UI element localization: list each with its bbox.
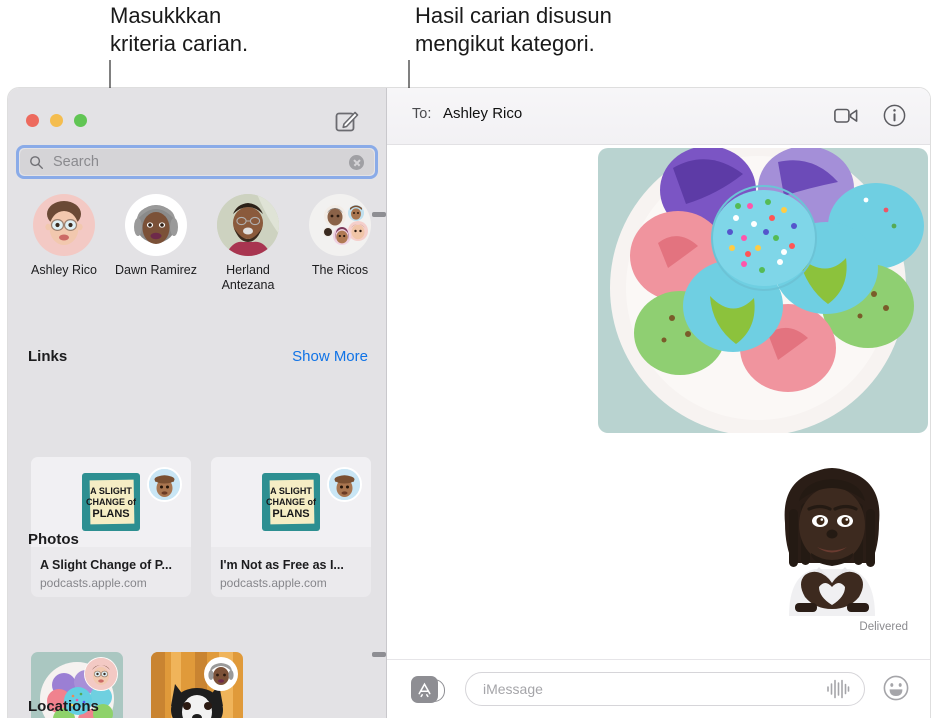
close-window-button[interactable]	[26, 114, 39, 127]
search-field[interactable]	[20, 149, 374, 175]
svg-text:A SLIGHT: A SLIGHT	[270, 486, 312, 496]
link-result-card[interactable]: A SLIGHT CHANGE of PLANS	[211, 457, 371, 597]
sender-avatar	[327, 467, 362, 502]
sender-avatar	[147, 467, 182, 502]
window-titlebar	[8, 88, 386, 144]
svg-text:PLANS: PLANS	[272, 508, 309, 520]
avatar	[125, 194, 187, 256]
contact-name: The Ricos	[311, 263, 369, 277]
search-input[interactable]	[51, 153, 349, 171]
section-title-locations: Locations	[28, 698, 99, 715]
contact-name: Dawn Ramirez	[115, 263, 197, 277]
conversation-pane: To: Ashley Rico Delivered iMessage	[386, 88, 930, 718]
video-camera-icon[interactable]	[834, 106, 858, 126]
section-title-photos: Photos	[28, 531, 79, 548]
contact-result-dawn-ramirez[interactable]: Dawn Ramirez	[110, 194, 202, 293]
search-results-sidebar: Ashley Rico	[8, 88, 386, 718]
recipient-name[interactable]: Ashley Rico	[443, 105, 522, 122]
app-store-icon[interactable]	[411, 676, 445, 703]
message-sticker-heart-hands[interactable]	[775, 463, 889, 616]
messages-window: Ashley Rico	[8, 88, 930, 718]
photo-result-thumbnail[interactable]	[151, 652, 243, 718]
imessage-input[interactable]	[481, 680, 826, 698]
conversation-header: To: Ashley Rico	[387, 88, 930, 145]
search-icon	[30, 155, 44, 169]
clear-icon[interactable]	[349, 154, 364, 170]
link-thumbnail: A SLIGHT CHANGE of PLANS	[211, 457, 371, 547]
link-result-card[interactable]: A SLIGHT CHANGE of PLANS	[31, 457, 191, 597]
contact-result-the-ricos[interactable]: The Ricos	[294, 194, 386, 293]
smiley-face-icon[interactable]	[883, 675, 909, 701]
to-label: To:	[412, 106, 432, 122]
callout-label-categories: Hasil carian disusun mengikut kategori.	[415, 3, 612, 56]
link-domain: podcasts.apple.com	[220, 576, 327, 590]
section-title-links: Links	[28, 348, 68, 365]
message-image-macarons[interactable]	[598, 148, 928, 433]
audio-waveform-icon[interactable]	[826, 678, 850, 700]
contacts-results-row: Ashley Rico Dawn Ramirez Herland Antezan…	[8, 194, 386, 293]
svg-text:CHANGE of: CHANGE of	[86, 497, 137, 507]
avatar	[33, 194, 95, 256]
link-domain: podcasts.apple.com	[40, 576, 147, 590]
search-field-container[interactable]	[16, 145, 378, 179]
contact-result-ashley-rico[interactable]: Ashley Rico	[18, 194, 110, 293]
callout-label-search: Masukkkan kriteria carian.	[110, 3, 249, 56]
delivery-status: Delivered	[859, 621, 908, 633]
contact-result-herland-antezana[interactable]: Herland Antezana	[202, 194, 294, 293]
podcast-artwork: A SLIGHT CHANGE of PLANS	[82, 473, 140, 531]
sender-avatar	[204, 657, 238, 691]
podcast-artwork: A SLIGHT CHANGE of PLANS	[262, 473, 320, 531]
svg-text:PLANS: PLANS	[92, 508, 129, 520]
link-title: A Slight Change of P...	[40, 558, 172, 572]
link-title: I'm Not as Free as I...	[220, 558, 344, 572]
svg-text:A SLIGHT: A SLIGHT	[90, 486, 132, 496]
contact-name: Herland Antezana	[221, 263, 275, 292]
minimize-window-button[interactable]	[50, 114, 63, 127]
svg-text:CHANGE of: CHANGE of	[266, 497, 317, 507]
imessage-field-container[interactable]	[465, 672, 865, 706]
info-circle-icon[interactable]	[883, 104, 906, 127]
zoom-window-button[interactable]	[74, 114, 87, 127]
contact-name: Ashley Rico	[31, 263, 97, 277]
show-more-links-button[interactable]: Show More	[292, 348, 368, 365]
avatar	[309, 194, 371, 256]
avatar	[217, 194, 279, 256]
sender-avatar	[84, 657, 118, 691]
message-composer	[387, 659, 930, 718]
compose-icon[interactable]	[334, 108, 360, 134]
scrollbar-indicator-bottom[interactable]	[372, 652, 386, 657]
scrollbar-indicator-top[interactable]	[372, 212, 386, 217]
